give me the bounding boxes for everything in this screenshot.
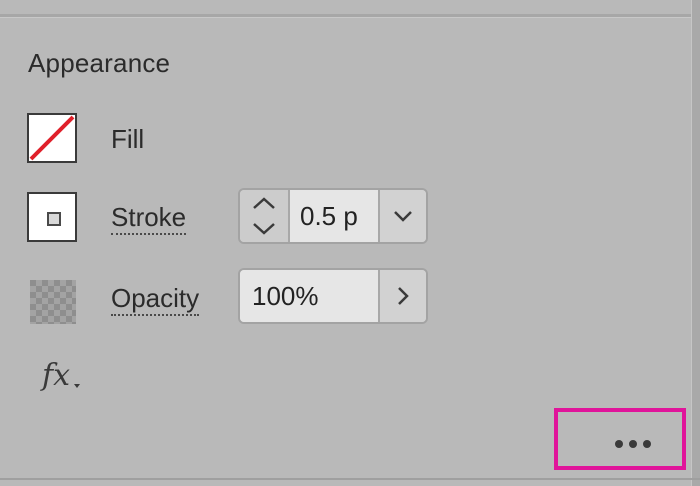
- stroke-label[interactable]: Stroke: [111, 202, 187, 235]
- effects-caret-icon: [74, 384, 80, 388]
- opacity-expand-button[interactable]: [380, 270, 426, 322]
- stroke-label-text: Stroke: [111, 202, 187, 235]
- stroke-weight-stepper[interactable]: [240, 190, 290, 242]
- stroke-square-icon: [47, 212, 61, 226]
- opacity-label[interactable]: Opacity: [111, 283, 200, 316]
- appearance-panel: Appearance Fill Stroke 0.5 p Opacity 100…: [0, 0, 700, 486]
- effects-button[interactable]: fx: [42, 358, 86, 398]
- fill-swatch[interactable]: [27, 113, 77, 163]
- panel-scroll-edge: [691, 0, 700, 486]
- fill-label: Fill: [111, 124, 145, 154]
- opacity-input[interactable]: 100%: [240, 270, 380, 322]
- stroke-weight-input[interactable]: 0.5 p: [290, 190, 378, 242]
- chevron-down-icon: [394, 211, 412, 222]
- opacity-checker-icon: [30, 280, 76, 324]
- section-title: Appearance: [28, 48, 171, 78]
- stepper-arrows-icon: [253, 197, 275, 235]
- stroke-weight-control: 0.5 p: [238, 188, 428, 244]
- chevron-right-icon: [398, 287, 409, 305]
- panel-divider-bottom: [0, 478, 700, 480]
- opacity-control: 100%: [238, 268, 428, 324]
- more-horizontal-icon: [615, 440, 651, 448]
- none-fill-icon: [29, 115, 75, 161]
- opacity-label-text: Opacity: [111, 283, 200, 316]
- more-options-button[interactable]: [614, 436, 654, 448]
- stroke-swatch[interactable]: [27, 192, 77, 242]
- panel-divider-top: [0, 14, 700, 18]
- stroke-weight-dropdown[interactable]: [378, 190, 426, 242]
